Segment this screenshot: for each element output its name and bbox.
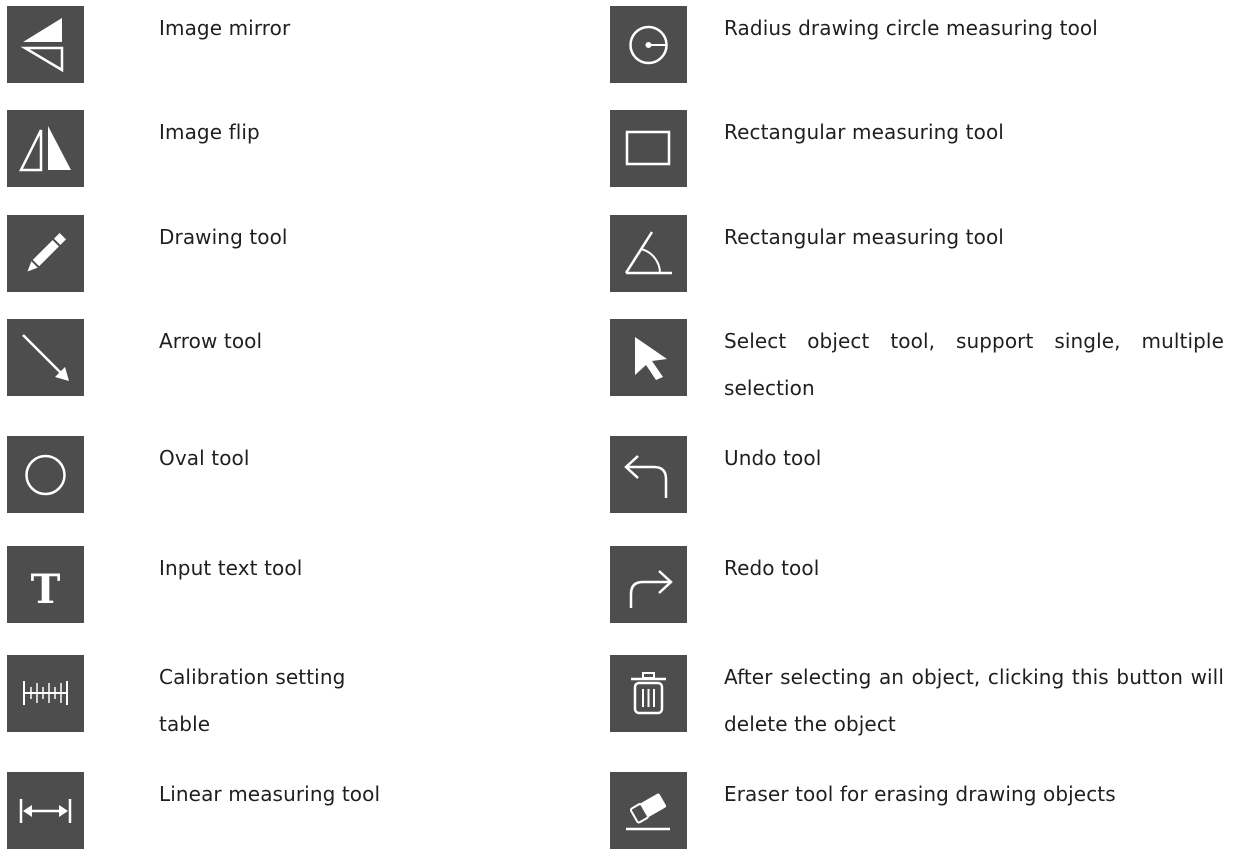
ruler-icon[interactable] bbox=[7, 655, 84, 732]
eraser-tool-label: Eraser tool for erasing drawing objects bbox=[724, 782, 1116, 806]
rectangular-measuring-tool-label: Rectangular measuring tool bbox=[724, 120, 1004, 144]
arrow-tool-label: Arrow tool bbox=[159, 329, 263, 353]
linear-measuring-tool-label: Linear measuring tool bbox=[159, 782, 381, 806]
cursor-icon[interactable] bbox=[610, 319, 687, 396]
pencil-icon[interactable] bbox=[7, 215, 84, 292]
image-mirror-label: Image mirror bbox=[159, 16, 291, 40]
radius-circle-tool-label: Radius drawing circle measuring tool bbox=[724, 16, 1098, 40]
select-object-tool-label: Select object tool, support single, mult… bbox=[724, 329, 1224, 400]
input-text-tool-label: Input text tool bbox=[159, 556, 303, 580]
image-flip-label: Image flip bbox=[159, 120, 260, 144]
text-icon[interactable]: T bbox=[7, 546, 84, 623]
svg-text:T: T bbox=[31, 566, 61, 613]
rectangle-icon[interactable] bbox=[610, 110, 687, 187]
oval-icon[interactable] bbox=[7, 436, 84, 513]
trash-icon[interactable] bbox=[610, 655, 687, 732]
undo-tool-label: Undo tool bbox=[724, 446, 822, 470]
angle-measuring-tool-label: Rectangular measuring tool bbox=[724, 225, 1004, 249]
oval-tool-label: Oval tool bbox=[159, 446, 250, 470]
radius-circle-icon[interactable] bbox=[610, 6, 687, 83]
eraser-icon[interactable] bbox=[610, 772, 687, 849]
redo-icon[interactable] bbox=[610, 546, 687, 623]
drawing-tool-label: Drawing tool bbox=[159, 225, 288, 249]
undo-icon[interactable] bbox=[610, 436, 687, 513]
arrow-icon[interactable] bbox=[7, 319, 84, 396]
redo-tool-label: Redo tool bbox=[724, 556, 820, 580]
delete-object-tool-label: After selecting an object, clicking this… bbox=[724, 665, 1224, 736]
image-flip-icon[interactable] bbox=[7, 110, 84, 187]
calibration-setting-label: Calibration setting table bbox=[159, 665, 346, 736]
linear-measure-icon[interactable] bbox=[7, 772, 84, 849]
image-mirror-icon[interactable] bbox=[7, 6, 84, 83]
angle-icon[interactable] bbox=[610, 215, 687, 292]
